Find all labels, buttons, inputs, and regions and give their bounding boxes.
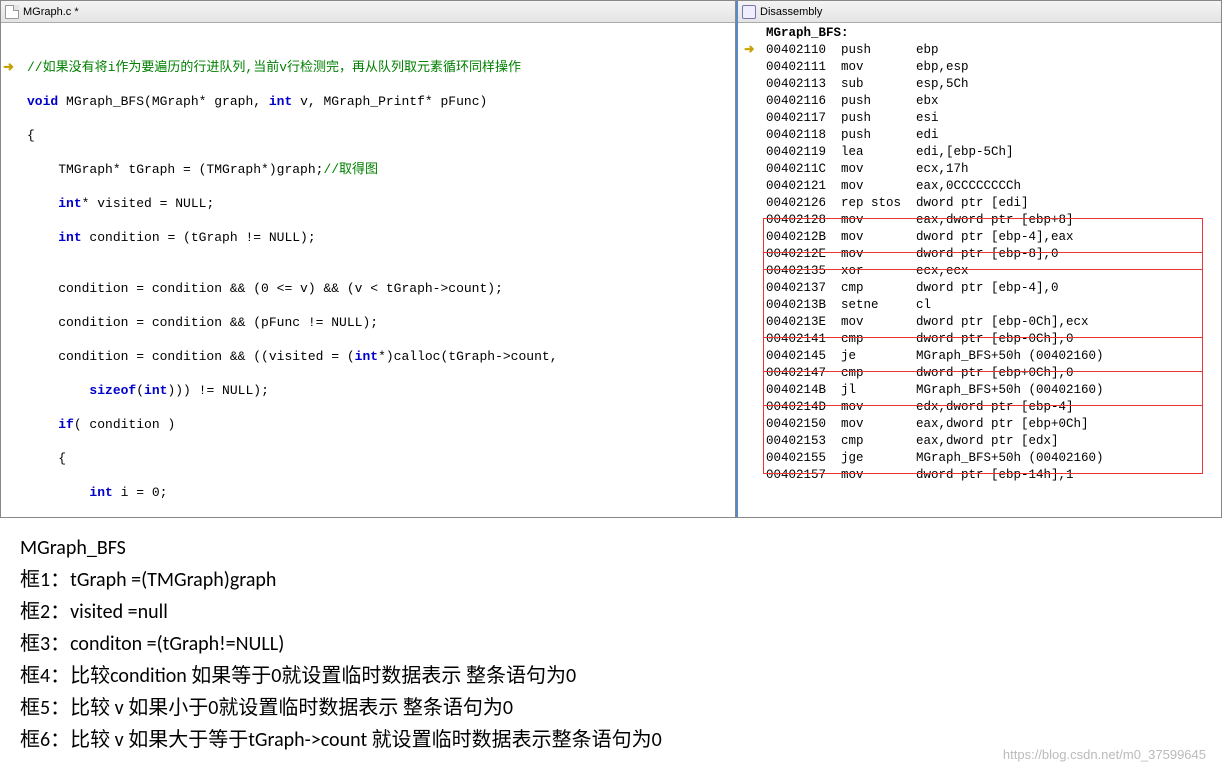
note-line: 框2：visited =null — [20, 596, 1204, 628]
disasm-row[interactable]: 0040211C mov ecx,17h — [738, 161, 1221, 178]
disasm-row[interactable]: 00402153 cmp eax,dword ptr [edx] — [738, 433, 1221, 450]
disasm-row[interactable]: 0040214B jl MGraph_BFS+50h (00402160) — [738, 382, 1221, 399]
disasm-label: MGraph_BFS: — [738, 25, 1221, 42]
note-line: 框5：比较 v 如果小于0就设置临时数据表示 整条语句为0 — [20, 692, 1204, 724]
disasm-row[interactable]: 00402113 sub esp,5Ch — [738, 76, 1221, 93]
code-area[interactable]: ➜ //如果没有将i作为要遍历的行进队列,当前v行检测完，再从队列取元素循环同样… — [1, 23, 735, 517]
disasm-row[interactable]: 0040213E mov dword ptr [ebp-0Ch],ecx — [738, 314, 1221, 331]
disasm-row[interactable]: 0040213B setne cl — [738, 297, 1221, 314]
file-icon — [5, 5, 19, 19]
disasm-row[interactable]: 0040214D mov edx,dword ptr [ebp-4] — [738, 399, 1221, 416]
disasm-row[interactable]: 00402157 mov dword ptr [ebp-14h],1 — [738, 467, 1221, 484]
annotation-notes: MGraph_BFS 框1：tGraph =(TMGraph)graph 框2：… — [0, 518, 1222, 780]
disasm-row[interactable]: 00402150 mov eax,dword ptr [ebp+0Ch] — [738, 416, 1221, 433]
disasm-row[interactable]: 0040212B mov dword ptr [ebp-4],eax — [738, 229, 1221, 246]
disasm-row[interactable]: 00402117 push esi — [738, 110, 1221, 127]
disasm-row[interactable]: 00402141 cmp dword ptr [ebp-0Ch],0 — [738, 331, 1221, 348]
disasm-row[interactable]: 00402135 xor ecx,ecx — [738, 263, 1221, 280]
disasm-tab-title[interactable]: Disassembly — [760, 6, 822, 18]
disassembly-icon — [742, 5, 756, 19]
disasm-row[interactable]: 00402155 jge MGraph_BFS+50h (00402160) — [738, 450, 1221, 467]
watermark: https://blog.csdn.net/m0_37599645 — [1003, 747, 1206, 762]
disasm-row[interactable]: 00402118 push edi — [738, 127, 1221, 144]
current-line-arrow-icon: ➜ — [3, 59, 14, 76]
disasm-row[interactable]: 00402121 mov eax,0CCCCCCCCh — [738, 178, 1221, 195]
disassembly-pane: Disassembly ➜ MGraph_BFS: 00402110 push … — [736, 1, 1221, 517]
current-instruction-arrow-icon: ➜ — [744, 42, 754, 59]
disasm-tab-bar: Disassembly — [738, 1, 1221, 23]
source-editor-pane: MGraph.c * ➜ //如果没有将i作为要遍历的行进队列,当前v行检测完，… — [1, 1, 736, 517]
disasm-row[interactable]: 00402145 je MGraph_BFS+50h (00402160) — [738, 348, 1221, 365]
disasm-row[interactable]: 00402126 rep stos dword ptr [edi] — [738, 195, 1221, 212]
note-line: 框3：conditon =(tGraph!=NULL) — [20, 628, 1204, 660]
note-line: MGraph_BFS — [20, 532, 1204, 564]
disasm-row[interactable]: 0040212E mov dword ptr [ebp-8],0 — [738, 246, 1221, 263]
note-line: 框1：tGraph =(TMGraph)graph — [20, 564, 1204, 596]
disasm-row[interactable]: 00402147 cmp dword ptr [ebp+0Ch],0 — [738, 365, 1221, 382]
comment: //如果没有将i作为要遍历的行进队列,当前v行检测完，再从队列取元素循环同样操作 — [27, 60, 521, 75]
disasm-row[interactable]: 00402110 push ebp — [738, 42, 1221, 59]
note-line: 框4：比较condition 如果等于0就设置临时数据表示 整条语句为0 — [20, 660, 1204, 692]
editor-tab-bar: MGraph.c * — [1, 1, 735, 23]
disasm-row[interactable]: 00402128 mov eax,dword ptr [ebp+8] — [738, 212, 1221, 229]
disasm-row[interactable]: 00402111 mov ebp,esp — [738, 59, 1221, 76]
disasm-row[interactable]: 00402119 lea edi,[ebp-5Ch] — [738, 144, 1221, 161]
disassembly-area[interactable]: ➜ MGraph_BFS: 00402110 push ebp00402111 … — [738, 23, 1221, 517]
disasm-row[interactable]: 00402116 push ebx — [738, 93, 1221, 110]
disasm-row[interactable]: 00402137 cmp dword ptr [ebp-4],0 — [738, 280, 1221, 297]
editor-tab-title[interactable]: MGraph.c * — [23, 6, 79, 18]
